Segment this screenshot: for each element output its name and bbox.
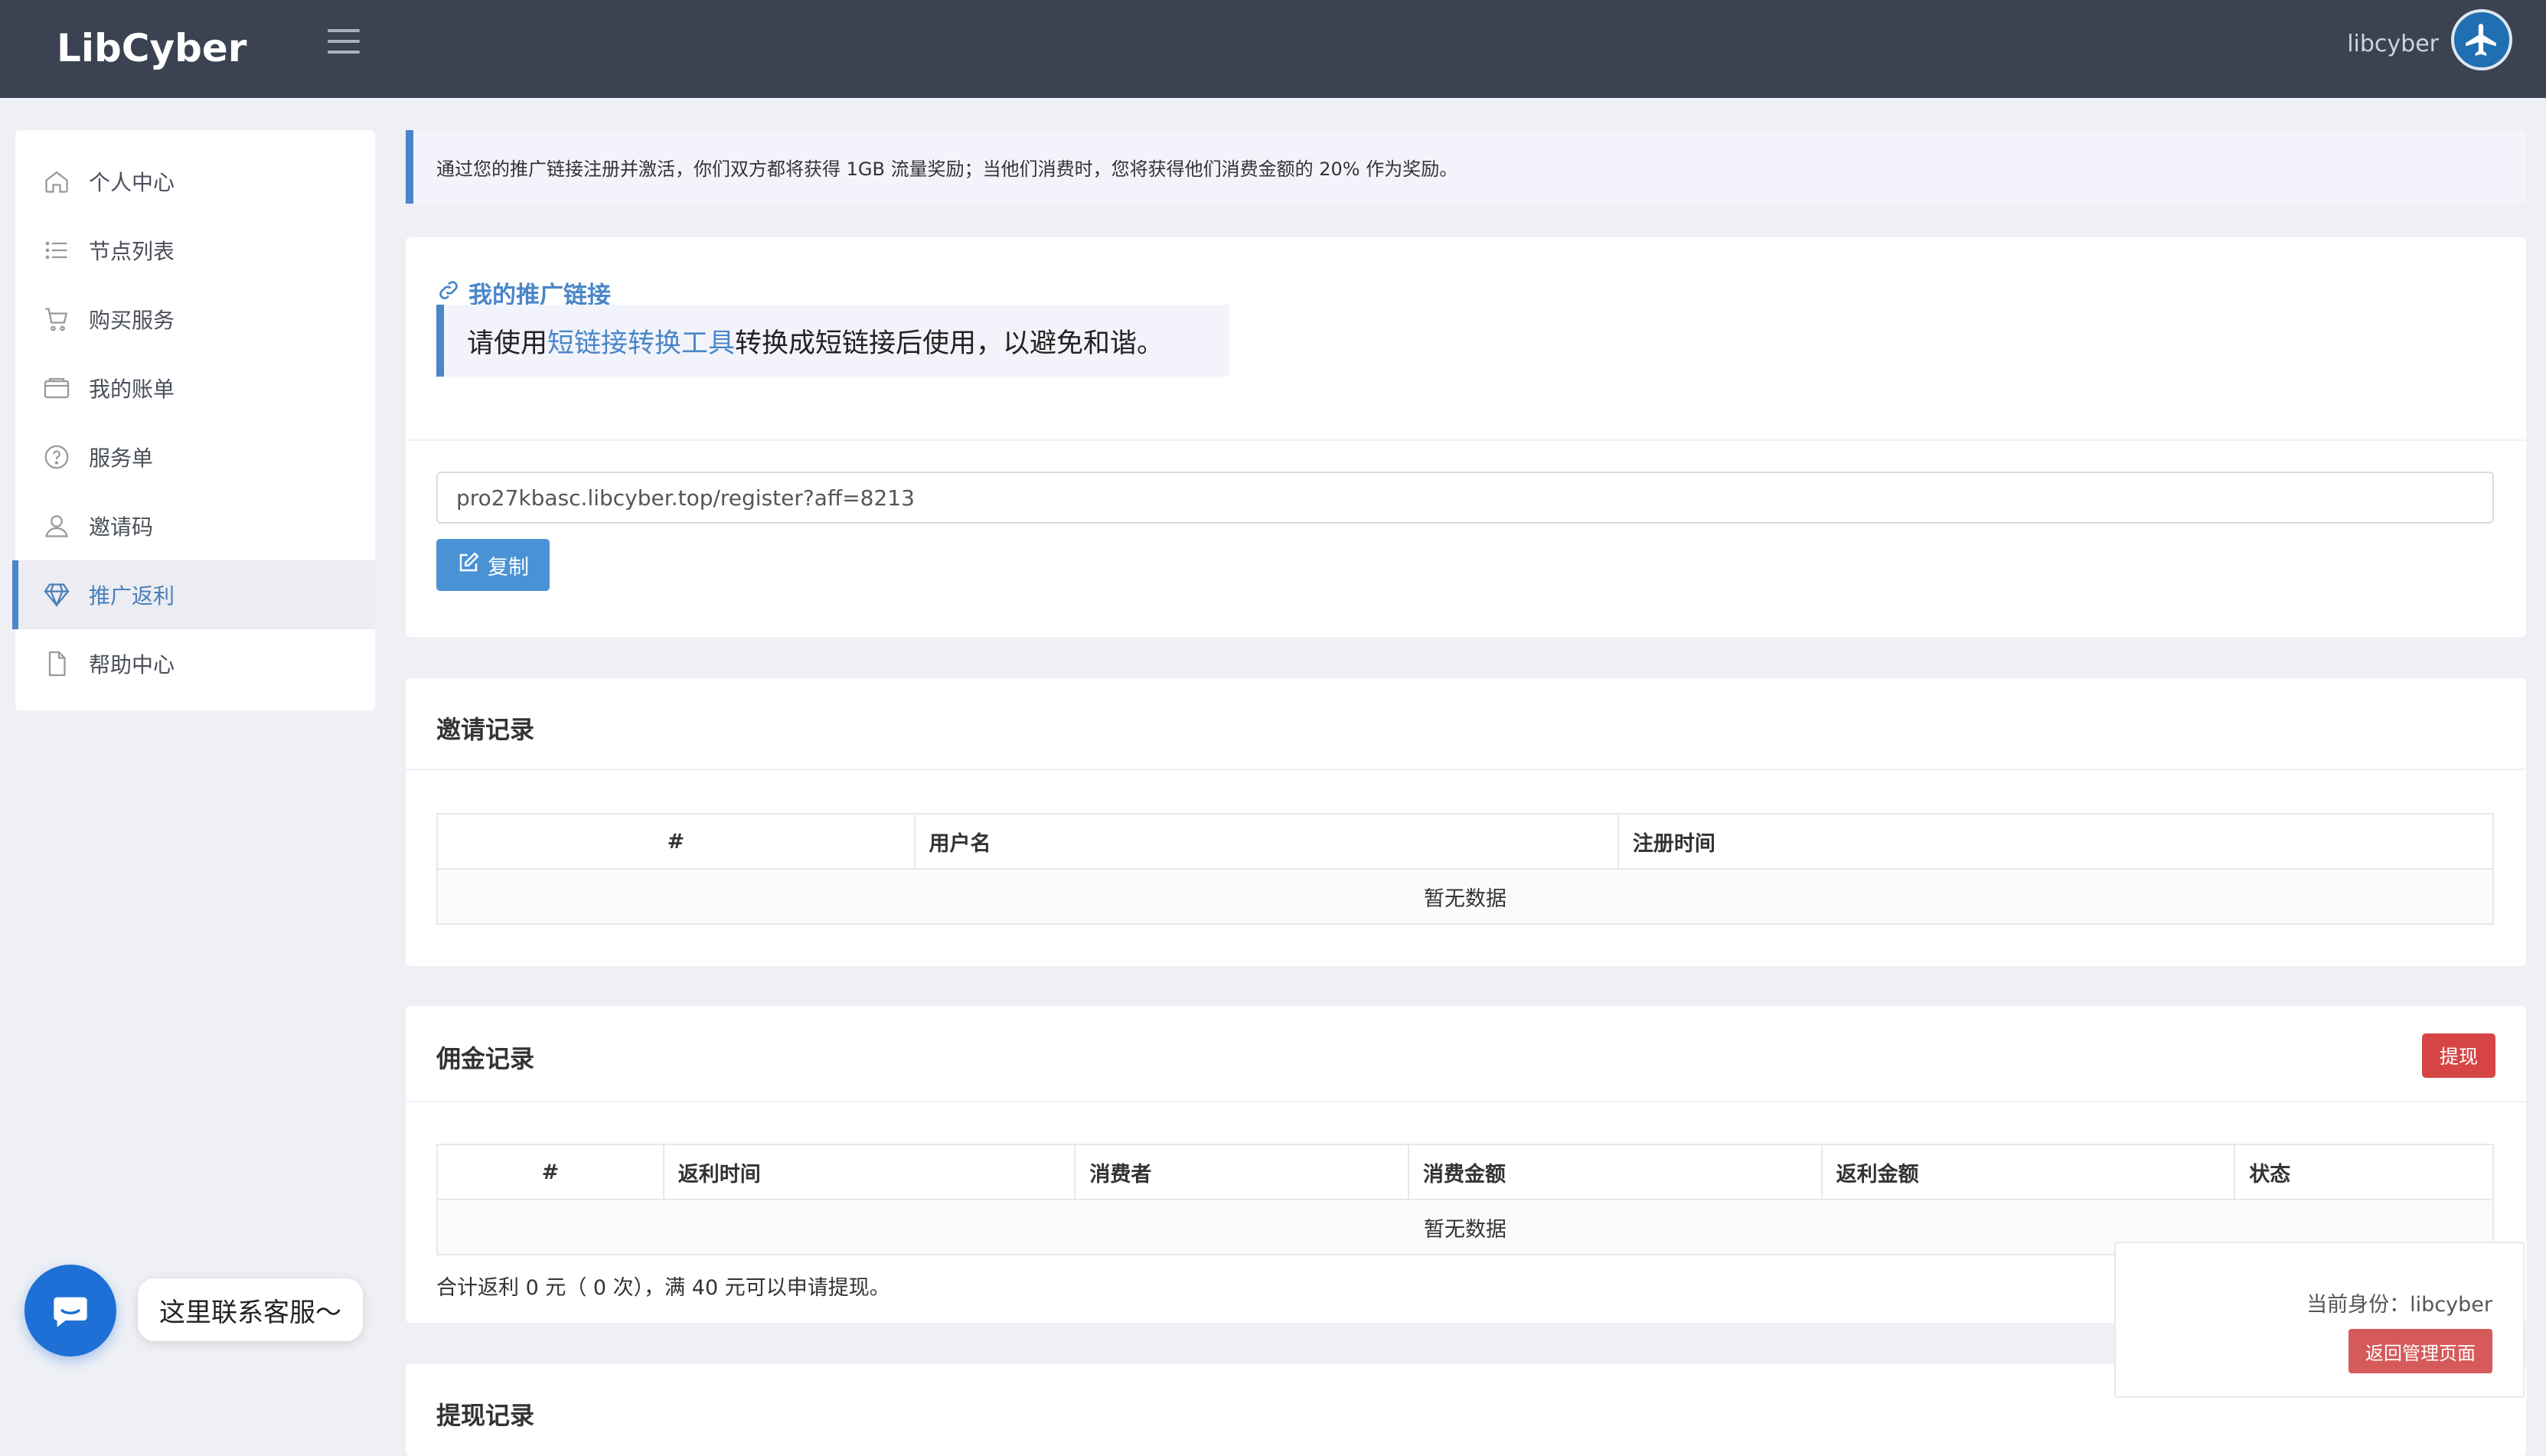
sidebar-item-label: 购买服务 — [89, 308, 175, 333]
copy-button-label: 复制 — [488, 555, 529, 579]
user-name[interactable]: libcyber — [2347, 31, 2439, 57]
commission-records-table: # 返利时间 消费者 消费金额 返利金额 状态 暂无数据 — [436, 1144, 2494, 1255]
withdrawal-records-title: 提现记录 — [436, 1401, 535, 1430]
hint-suffix: 转换成短链接后使用，以避免和谐。 — [735, 328, 1164, 359]
sidebar-item-label: 节点列表 — [89, 239, 175, 264]
link-icon — [436, 278, 461, 309]
airplane-icon — [2466, 24, 2496, 56]
sidebar-item-bills[interactable]: 我的账单 — [15, 354, 375, 423]
column-header: # — [436, 1144, 664, 1200]
referral-url-input[interactable] — [436, 472, 2494, 524]
current-identity: 当前身份：libcyber — [2306, 1293, 2492, 1317]
sidebar-item-invite-code[interactable]: 邀请码 — [15, 491, 375, 560]
list-icon — [41, 235, 72, 266]
avatar[interactable] — [2451, 9, 2512, 70]
sidebar-item-help[interactable]: 帮助中心 — [15, 629, 375, 698]
table-header-row: # 返利时间 消费者 消费金额 返利金额 状态 — [436, 1144, 2494, 1200]
divider — [406, 439, 2526, 441]
commission-summary: 合计返利 0 元（ 0 次），满 40 元可以申请提现。 — [436, 1276, 890, 1300]
admin-identity-panel: 当前身份：libcyber 返回管理页面 — [2114, 1242, 2525, 1398]
sidebar: 个人中心 节点列表 购买服务 我的账单 服务单 邀请码 推广返利 帮助中心 — [12, 130, 375, 710]
sidebar-item-label: 推广返利 — [89, 583, 175, 609]
column-header: 消费者 — [1074, 1144, 1410, 1200]
menu-toggle-icon[interactable] — [328, 29, 360, 54]
referral-link-card: 我的推广链接 请使用短链接转换工具转换成短链接后使用，以避免和谐。 复制 — [406, 237, 2526, 637]
chat-button[interactable] — [24, 1265, 116, 1356]
divider — [406, 769, 2526, 770]
empty-state: 暂无数据 — [436, 868, 2494, 925]
commission-records-title: 佣金记录 — [436, 1044, 535, 1073]
sidebar-item-label: 服务单 — [89, 446, 154, 471]
withdraw-button[interactable]: 提现 — [2422, 1033, 2495, 1078]
short-link-hint: 请使用 短链接转换工具 转换成短链接后使用，以避免和谐。 — [436, 305, 1229, 377]
sidebar-item-label: 我的账单 — [89, 377, 175, 402]
home-icon — [41, 166, 72, 197]
sidebar-item-node-list[interactable]: 节点列表 — [15, 216, 375, 285]
back-to-admin-button[interactable]: 返回管理页面 — [2349, 1329, 2492, 1373]
copy-button[interactable]: 复制 — [436, 539, 550, 591]
sidebar-item-referral[interactable]: 推广返利 — [12, 560, 375, 629]
wallet-icon — [41, 373, 72, 403]
sidebar-item-label: 邀请码 — [89, 514, 154, 540]
short-link-tool-link[interactable]: 短链接转换工具 — [547, 322, 735, 361]
sidebar-item-personal-center[interactable]: 个人中心 — [15, 147, 375, 216]
cart-icon — [41, 304, 72, 335]
column-header: 返利时间 — [662, 1144, 1076, 1200]
column-header: 用户名 — [913, 813, 1619, 870]
sidebar-item-purchase[interactable]: 购买服务 — [15, 285, 375, 354]
divider — [406, 1101, 2526, 1102]
column-header: 状态 — [2234, 1144, 2494, 1200]
sidebar-item-label: 个人中心 — [89, 170, 175, 195]
table-header-row: # 用户名 注册时间 — [436, 813, 2495, 870]
top-bar: LibCyber libcyber — [0, 0, 2546, 98]
column-header: 返利金额 — [1820, 1144, 2236, 1200]
chat-icon — [54, 1297, 87, 1327]
file-icon — [41, 648, 72, 679]
referral-notice: 通过您的推广链接注册并激活，你们双方都将获得 1GB 流量奖励；当他们消费时，您… — [406, 130, 2526, 204]
edit-icon — [457, 551, 480, 579]
sidebar-item-tickets[interactable]: 服务单 — [15, 423, 375, 491]
hint-prefix: 请使用 — [467, 328, 548, 359]
column-header: # — [436, 813, 916, 870]
question-icon — [41, 442, 72, 472]
column-header: 注册时间 — [1617, 813, 2495, 870]
logo[interactable]: LibCyber — [57, 26, 246, 70]
diamond-icon — [41, 579, 72, 610]
invite-records-title: 邀请记录 — [436, 715, 535, 744]
invite-records-card: 邀请记录 # 用户名 注册时间 暂无数据 — [406, 678, 2526, 966]
sidebar-item-label: 帮助中心 — [89, 652, 175, 677]
table-row: 暂无数据 — [436, 868, 2494, 925]
invite-records-table: # 用户名 注册时间 暂无数据 — [436, 813, 2495, 925]
user-icon — [41, 511, 72, 541]
column-header: 消费金额 — [1408, 1144, 1823, 1200]
chat-bubble[interactable]: 这里联系客服～ — [138, 1278, 363, 1341]
